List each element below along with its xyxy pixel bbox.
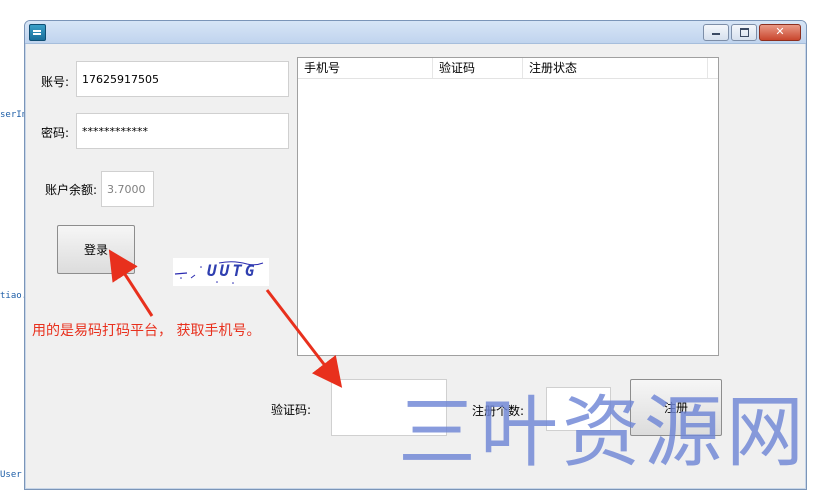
arrow-icon <box>265 289 343 388</box>
annotation-text: 用的是易码打码平台， 获取手机号。 <box>32 323 261 339</box>
annotation-arrows <box>108 249 343 388</box>
arrow-icon <box>108 249 154 317</box>
